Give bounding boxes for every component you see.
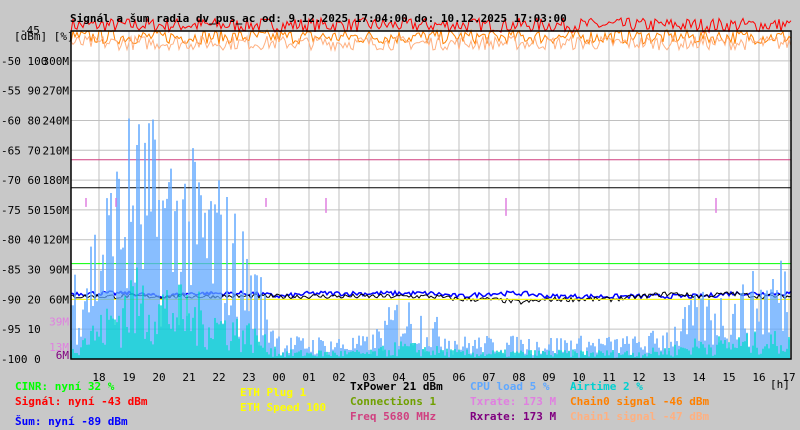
y-tick-rate-label: 300M (43, 55, 70, 68)
y-tick-label: -50 100 (1, 55, 47, 68)
x-axis-label: [h] (770, 378, 790, 391)
legend-rxrate: Rxrate: 173 M (470, 410, 556, 423)
legend-signal: Signál: nyní -43 dBm (15, 395, 148, 408)
legend-noise: Šum: nyní -89 dBm (15, 415, 128, 428)
x-tick-label: 16 (752, 371, 765, 384)
y-tick-rate-label: 90M (49, 264, 69, 277)
y-tick-label: -60 80 (1, 114, 41, 127)
y-tick-label: -90 20 (1, 293, 41, 306)
x-tick-label: 21 (182, 371, 195, 384)
chart: -45-50 100300M-55 90 270M-60 80 240M-65 70… (1, 12, 796, 428)
y-axis: -45-50 100300M-55 90 270M-60 80 240M-65 70… (1, 24, 69, 366)
y-tick-label: -75 50 (1, 204, 41, 217)
legend-connections: Connections 1 (350, 395, 436, 408)
x-tick-label: 00 (272, 371, 285, 384)
x-tick-label: 06 (452, 371, 465, 384)
legend-chain0: Chain0 signal -46 dBm (570, 395, 709, 408)
y-tick-label: -80 40 (1, 234, 41, 247)
x-tick-label: 23 (242, 371, 255, 384)
x-tick-label: 14 (692, 371, 706, 384)
legend-chain1: Chain1 signal -47 dBm (570, 410, 709, 423)
y-tick-label: -55 90 (1, 85, 41, 98)
y-axis-label: [dBm] [%] (14, 30, 74, 43)
legend-freq: Freq 5680 MHz (350, 410, 436, 423)
x-tick-label: 19 (122, 371, 135, 384)
y-tick-rate-label: 240M (43, 114, 70, 127)
x-tick-label: 22 (212, 371, 225, 384)
legend-txpower: TxPower 21 dBm (350, 380, 443, 393)
legend: CINR: nyní 32 % Signál: nyní -43 dBm Šum… (15, 380, 709, 428)
y-tick-rate-label: 270M (43, 85, 70, 98)
legend-txrate: Txrate: 173 M (470, 395, 556, 408)
y-tick-label: -70 60 (1, 174, 41, 187)
x-tick-label: 02 (332, 371, 345, 384)
y-tick-rate-label: 150M (43, 204, 70, 217)
legend-cinr: CINR: nyní 32 % (15, 380, 115, 393)
legend-cpu: CPU load 5 % (470, 380, 550, 393)
y-tick-label: -85 30 (1, 264, 41, 277)
x-axis: 18 19 20 21 22 23 00 01 02 03 04 05 06 07 08 09 10 11 12 13… (92, 371, 795, 384)
y-tick-rate-label: 210M (43, 144, 70, 157)
rate-marker-label: 6M (56, 349, 70, 362)
y-tick-label: -95 10 (1, 323, 41, 336)
chart-title: Signál a šum radia dv_pus_ac od: 9.12.20… (70, 12, 567, 25)
y-tick-rate-label: 120M (43, 234, 70, 247)
x-tick-label: 01 (302, 371, 315, 384)
rate-marker-label: 39M (49, 315, 69, 328)
y-tick-label: -100 0 (1, 353, 41, 366)
x-tick-label: 15 (722, 371, 735, 384)
legend-airtime: Airtime 2 % (570, 380, 643, 393)
x-tick-label: 20 (152, 371, 165, 384)
x-tick-label: 13 (662, 371, 675, 384)
legend-eth-speed: ETH Speed 100 (240, 401, 326, 414)
legend-eth-plug: ETH Plug 1 (240, 386, 307, 399)
y-tick-rate-label: 60M (49, 293, 69, 306)
y-tick-label: -65 70 (1, 144, 41, 157)
y-tick-rate-label: 180M (43, 174, 70, 187)
